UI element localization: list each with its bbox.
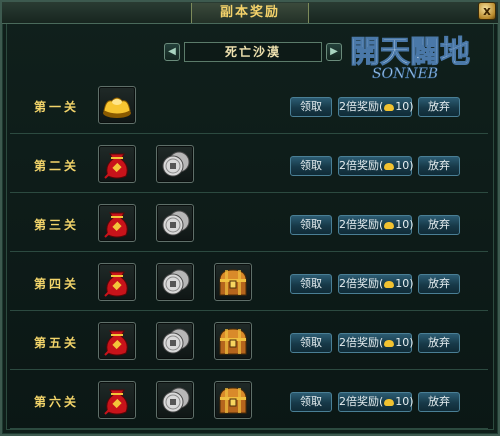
reward-row: 第三关 领取 2倍奖励( 10) 放弃 — [10, 196, 488, 252]
double-reward-prefix: 2倍奖励( — [339, 218, 384, 231]
double-reward-suffix: 10) — [395, 395, 414, 408]
reward-window: 副本奖励 x 開天闢地 SONNEB ◀ 死亡沙漠 ▶ 第一关 领取 2倍奖励(10… — [0, 0, 500, 436]
treasure-chest-icon[interactable] — [214, 263, 252, 301]
treasure-chest-icon[interactable] — [214, 322, 252, 360]
red-pouch-icon[interactable] — [98, 263, 136, 301]
gold-ingot-icon — [384, 339, 395, 347]
reward-row: 第一关 领取 2倍奖励( 10) 放弃 — [10, 78, 488, 134]
treasure-chest-icon[interactable] — [214, 381, 252, 419]
abandon-button[interactable]: 放弃 — [418, 97, 460, 117]
reward-row: 第四关 领取 2倍奖励( 10) 放弃 — [10, 255, 488, 311]
game-logo: 開天闢地 SONNEB — [350, 35, 471, 83]
red-pouch-icon[interactable] — [98, 204, 136, 242]
double-reward-suffix: 10) — [395, 218, 414, 231]
double-reward-suffix: 10) — [395, 277, 414, 290]
dungeon-name: 死亡沙漠 — [184, 42, 322, 62]
stage-label: 第三关 — [34, 218, 80, 232]
double-reward-prefix: 2倍奖励( — [339, 395, 384, 408]
red-pouch-icon[interactable] — [98, 381, 136, 419]
double-reward-prefix: 2倍奖励( — [339, 277, 384, 290]
silver-coin-icon[interactable] — [156, 145, 194, 183]
gold-ingot-icon[interactable] — [98, 86, 136, 124]
gold-ingot-icon — [384, 280, 395, 288]
abandon-button[interactable]: 放弃 — [418, 156, 460, 176]
double-reward-button[interactable]: 2倍奖励( 10) — [338, 274, 414, 294]
gold-ingot-icon — [384, 162, 395, 170]
claim-button[interactable]: 领取 — [290, 215, 332, 235]
abandon-button[interactable]: 放弃 — [418, 215, 460, 235]
double-reward-button[interactable]: 2倍奖励( 10) — [338, 97, 414, 117]
close-button[interactable]: x — [478, 2, 496, 20]
double-reward-suffix: 10) — [395, 159, 414, 172]
claim-button[interactable]: 领取 — [290, 97, 332, 117]
double-reward-button[interactable]: 2倍奖励( 10) — [338, 156, 414, 176]
logo-text-cn: 開天闢地 — [350, 35, 470, 70]
red-pouch-icon[interactable] — [98, 322, 136, 360]
double-reward-prefix: 2倍奖励( — [339, 159, 384, 172]
silver-coin-icon[interactable] — [156, 322, 194, 360]
double-reward-suffix: 10) — [395, 100, 414, 113]
double-reward-button[interactable]: 2倍奖励( 10) — [338, 215, 414, 235]
abandon-button[interactable]: 放弃 — [418, 333, 460, 353]
stage-label: 第一关 — [34, 100, 80, 114]
double-reward-suffix: 10) — [395, 336, 414, 349]
title-bar: 副本奖励 — [2, 2, 498, 24]
reward-row: 第五关 领取 2倍奖励( 10) 放弃 — [10, 314, 488, 370]
reward-row: 第六关 领取 2倍奖励( 10) 放弃 — [10, 373, 488, 429]
window-title: 副本奖励 — [190, 2, 309, 23]
arrow-right-icon[interactable]: ▶ — [326, 43, 342, 61]
double-reward-prefix: 2倍奖励( — [339, 100, 384, 113]
stage-label: 第五关 — [34, 336, 80, 350]
gold-ingot-icon — [384, 398, 395, 406]
stage-label: 第四关 — [34, 277, 80, 291]
stage-label: 第六关 — [34, 395, 80, 409]
arrow-left-icon[interactable]: ◀ — [164, 43, 180, 61]
red-pouch-icon[interactable] — [98, 145, 136, 183]
dungeon-selector: ◀ 死亡沙漠 ▶ — [164, 41, 342, 63]
silver-coin-icon[interactable] — [156, 381, 194, 419]
claim-button[interactable]: 领取 — [290, 333, 332, 353]
gold-ingot-icon — [384, 221, 395, 229]
abandon-button[interactable]: 放弃 — [418, 392, 460, 412]
claim-button[interactable]: 领取 — [290, 274, 332, 294]
gold-ingot-icon — [384, 103, 395, 111]
claim-button[interactable]: 领取 — [290, 156, 332, 176]
abandon-button[interactable]: 放弃 — [418, 274, 460, 294]
silver-coin-icon[interactable] — [156, 263, 194, 301]
claim-button[interactable]: 领取 — [290, 392, 332, 412]
double-reward-button[interactable]: 2倍奖励( 10) — [338, 333, 414, 353]
silver-coin-icon[interactable] — [156, 204, 194, 242]
double-reward-button[interactable]: 2倍奖励( 10) — [338, 392, 414, 412]
stage-label: 第二关 — [34, 159, 80, 173]
reward-row: 第二关 领取 2倍奖励( 10) 放弃 — [10, 137, 488, 193]
double-reward-prefix: 2倍奖励( — [339, 336, 384, 349]
